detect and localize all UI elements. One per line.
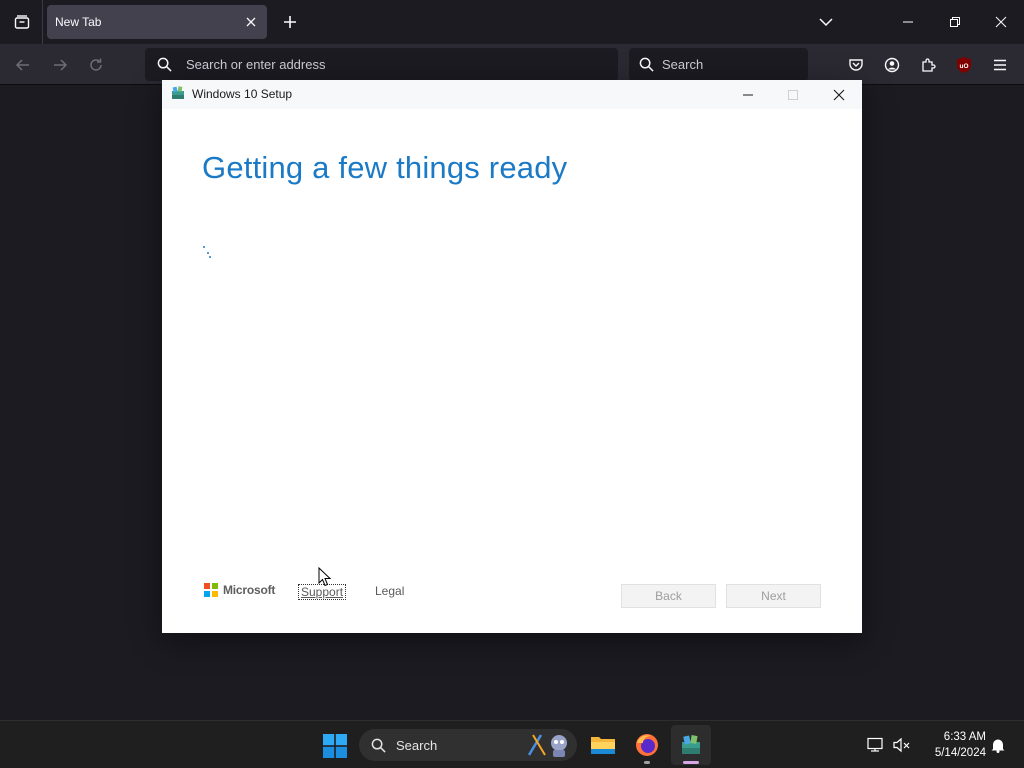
notifications-button[interactable] <box>986 733 1010 757</box>
plus-icon <box>284 16 296 28</box>
running-indicator <box>644 761 650 764</box>
address-bar[interactable]: Search or enter address <box>145 48 618 81</box>
close-icon <box>995 16 1007 28</box>
setup-maximize-button[interactable] <box>770 80 816 109</box>
list-all-tabs-button[interactable] <box>814 10 838 34</box>
next-button[interactable]: Next <box>726 584 821 608</box>
app-menu-button[interactable] <box>987 52 1013 78</box>
chevron-down-icon <box>819 18 833 27</box>
tab-separator <box>42 0 43 44</box>
ublock-origin-button[interactable]: uO <box>951 52 977 78</box>
search-icon <box>639 57 654 72</box>
windows-setup-app-icon <box>172 86 184 99</box>
firefox-icon <box>636 734 658 756</box>
taskbar-firefox[interactable] <box>627 725 667 765</box>
minimize-icon <box>743 94 753 95</box>
maximize-icon <box>788 89 798 100</box>
account-button[interactable] <box>879 52 905 78</box>
tab-new-tab[interactable]: New Tab <box>47 5 267 39</box>
browser-navbar: Search or enter address Search uO <box>0 44 1024 85</box>
volume-muted-icon <box>893 737 910 753</box>
browser-restore-button[interactable] <box>937 6 973 38</box>
browser-minimize-button[interactable] <box>890 6 926 38</box>
folder-icon <box>591 737 615 754</box>
tray-network-button[interactable] <box>864 733 888 757</box>
windows-taskbar: Search 6:33 AM 5/14/2024 <box>0 720 1024 768</box>
firefox-view-button[interactable] <box>8 8 36 36</box>
setup-close-button[interactable] <box>816 80 862 109</box>
browser-close-button[interactable] <box>983 6 1019 38</box>
browser-tabstrip: New Tab <box>0 0 1024 44</box>
tray-volume-button[interactable] <box>890 733 914 757</box>
tab-close-button[interactable] <box>243 14 259 30</box>
taskbar-clock[interactable]: 6:33 AM 5/14/2024 <box>920 729 986 761</box>
pocket-icon <box>849 59 863 71</box>
microsoft-brand-text: Microsoft <box>223 583 276 597</box>
active-indicator <box>683 761 699 764</box>
setup-minimize-button[interactable] <box>725 80 771 109</box>
extensions-button[interactable] <box>915 52 941 78</box>
clock-date: 5/14/2024 <box>934 747 986 759</box>
network-display-icon <box>867 737 883 752</box>
new-tab-button[interactable] <box>278 10 302 34</box>
pocket-button[interactable] <box>843 52 869 78</box>
search-bar-placeholder: Search <box>662 57 704 72</box>
close-icon <box>833 89 845 100</box>
loading-spinner <box>202 245 214 261</box>
windows-setup-app-icon <box>682 735 700 754</box>
microsoft-squares-icon <box>204 583 218 597</box>
reload-icon <box>90 58 102 71</box>
search-icon <box>157 57 172 72</box>
account-icon <box>884 57 900 73</box>
ublock-origin-icon: uO <box>957 57 971 73</box>
address-bar-placeholder: Search or enter address <box>186 57 326 72</box>
puzzle-icon <box>922 58 936 72</box>
search-highlight-illustration-icon <box>527 734 567 757</box>
restore-icon <box>950 17 960 27</box>
start-button[interactable] <box>318 729 352 763</box>
bell-icon <box>991 739 1005 753</box>
tab-title: New Tab <box>55 15 102 29</box>
search-icon <box>371 738 386 753</box>
page-heading: Getting a few things ready <box>202 150 568 185</box>
back-button[interactable] <box>10 52 36 78</box>
taskbar-file-explorer[interactable] <box>583 725 623 765</box>
taskbar-search-box[interactable]: Search <box>359 729 577 761</box>
windows-setup-window: Windows 10 Setup Getting a few things re… <box>162 80 862 633</box>
back-button[interactable]: Back <box>621 584 716 608</box>
search-bar[interactable]: Search <box>629 48 808 81</box>
taskbar-search-label: Search <box>396 737 438 753</box>
hamburger-menu-icon <box>994 59 1006 71</box>
firefox-view-icon <box>14 15 30 29</box>
clock-time: 6:33 AM <box>943 731 986 743</box>
taskbar-windows-setup[interactable] <box>671 725 711 765</box>
arrow-right-icon <box>54 59 68 71</box>
close-icon <box>246 17 256 27</box>
mouse-cursor-icon <box>318 567 332 587</box>
ublock-badge-text: uO <box>959 63 968 70</box>
microsoft-logo: Microsoft <box>204 583 275 597</box>
forward-button[interactable] <box>47 52 73 78</box>
windows-logo-icon <box>323 734 347 758</box>
setup-titlebar: Windows 10 Setup <box>162 80 862 109</box>
reload-button[interactable] <box>83 52 109 78</box>
arrow-left-icon <box>15 59 29 71</box>
legal-link[interactable]: Legal <box>375 584 404 598</box>
setup-window-title: Windows 10 Setup <box>192 87 293 101</box>
minimize-icon <box>903 21 913 23</box>
